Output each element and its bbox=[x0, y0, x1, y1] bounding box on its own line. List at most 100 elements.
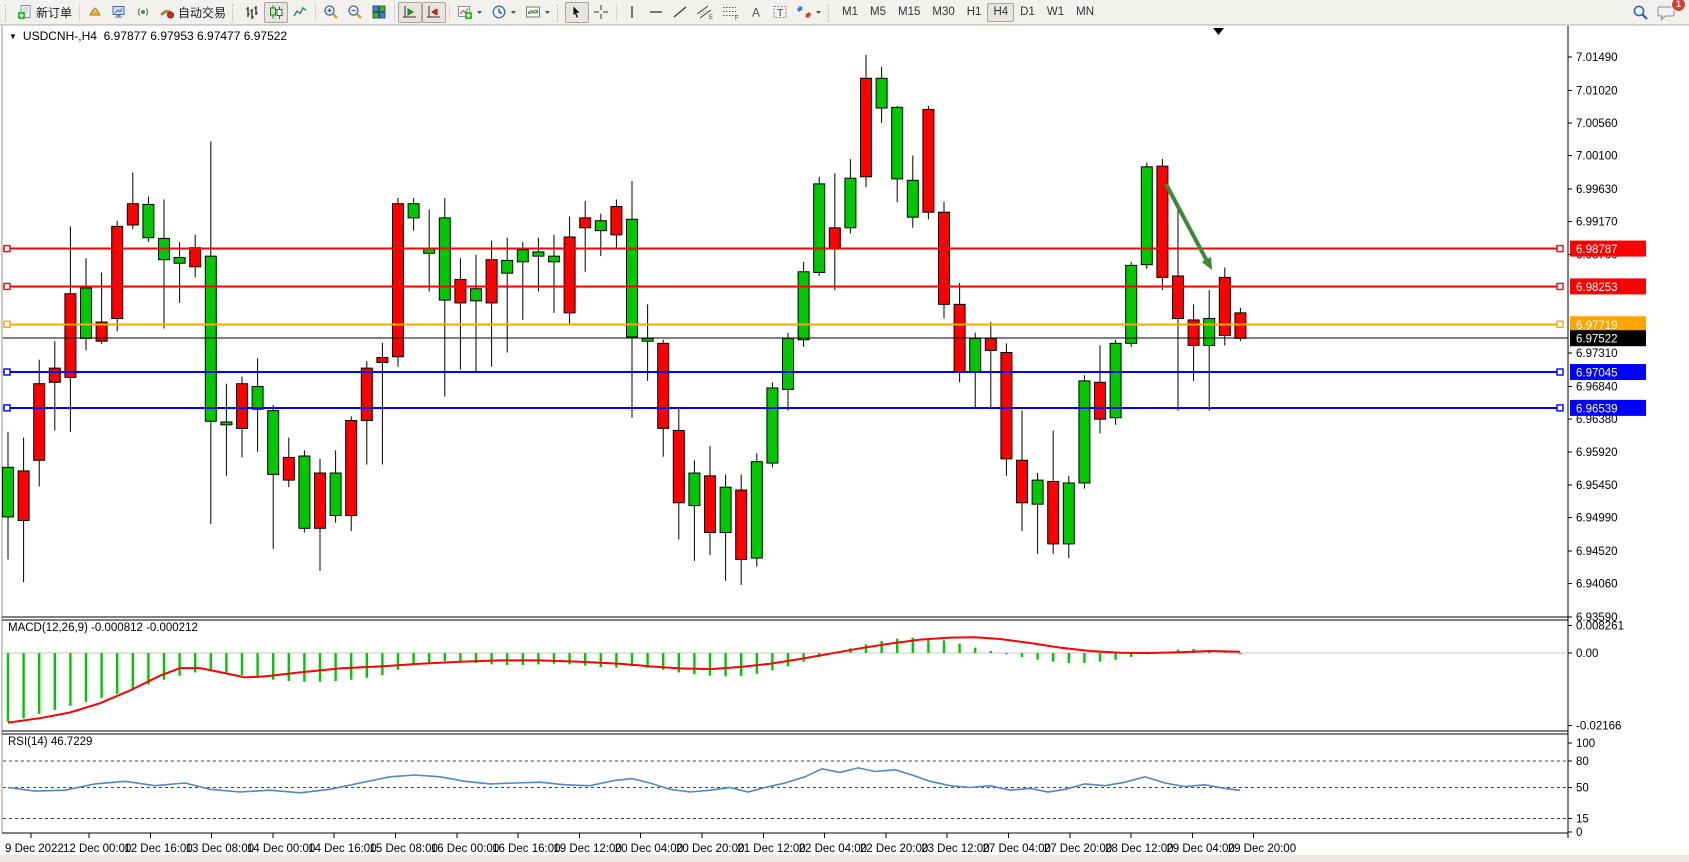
candle bbox=[112, 221, 123, 332]
chart-title-text: USDCNH-,H4 6.97877 6.97953 6.97477 6.975… bbox=[23, 29, 287, 43]
time-axis-label: 19 Dec 12:00 bbox=[553, 843, 621, 855]
autotrading-label: 自动交易 bbox=[178, 4, 226, 21]
autotrading-icon bbox=[159, 4, 175, 20]
search-button[interactable] bbox=[1628, 2, 1653, 23]
time-axis-label: 22 Dec 04:00 bbox=[799, 843, 867, 855]
chart-title-caret-icon: ▼ bbox=[9, 32, 17, 41]
timeframe-M30[interactable]: M30 bbox=[926, 3, 960, 22]
price-tick-label: 6.96840 bbox=[1576, 382, 1618, 394]
fibonacci-button[interactable]: F bbox=[718, 2, 744, 23]
chart-window: 7.014907.010207.005607.001006.996306.991… bbox=[0, 0, 1689, 862]
candlestick-chart-button[interactable] bbox=[264, 2, 288, 23]
monitor-icon bbox=[111, 4, 127, 20]
svg-text:E: E bbox=[709, 15, 713, 20]
hosting-button[interactable] bbox=[107, 2, 131, 23]
fibonacci-icon: F bbox=[722, 4, 740, 20]
indicators-button[interactable] bbox=[453, 2, 487, 23]
notification-badge: 1 bbox=[1671, 0, 1686, 12]
candlestick-icon bbox=[268, 4, 284, 20]
crosshair-button[interactable] bbox=[589, 2, 613, 23]
toolbar-separator bbox=[315, 4, 316, 21]
horizontal-line-button[interactable] bbox=[644, 2, 668, 23]
timeframe-H4[interactable]: H4 bbox=[987, 3, 1014, 22]
arrows-button[interactable] bbox=[792, 2, 826, 23]
autotrading-button[interactable]: 自动交易 bbox=[155, 2, 230, 23]
timeframe-MN[interactable]: MN bbox=[1070, 3, 1100, 22]
price-tick-label: 6.94990 bbox=[1576, 513, 1618, 525]
timeframe-M1[interactable]: M1 bbox=[836, 3, 864, 22]
zoom-out-button[interactable] bbox=[343, 2, 367, 23]
text-button[interactable]: A bbox=[744, 2, 768, 23]
macd-axis-label: 0.00 bbox=[1576, 648, 1598, 660]
price-tick-label: 6.96380 bbox=[1576, 414, 1618, 426]
svg-text:F: F bbox=[735, 16, 739, 21]
toolbar-grip bbox=[232, 4, 237, 21]
toolbar-grip bbox=[557, 4, 562, 21]
toolbar-separator bbox=[394, 4, 395, 21]
candle bbox=[1219, 267, 1230, 345]
trendline-button[interactable] bbox=[668, 2, 692, 23]
chat-button-wrap: 1 bbox=[1653, 2, 1679, 23]
indicators-icon bbox=[457, 4, 473, 20]
chart-template-icon bbox=[525, 4, 541, 20]
text-label-button[interactable]: T bbox=[768, 2, 792, 23]
time-axis-label: 21 Dec 12:00 bbox=[737, 843, 805, 855]
templates-button[interactable] bbox=[521, 2, 555, 23]
cursor-button[interactable] bbox=[565, 2, 589, 23]
search-icon bbox=[1632, 4, 1649, 21]
vertical-line-icon bbox=[624, 4, 640, 20]
ohlc-bars-icon bbox=[244, 4, 260, 20]
time-axis-label: 14 Dec 16:00 bbox=[308, 843, 376, 855]
vertical-line-button[interactable] bbox=[620, 2, 644, 23]
zoom-in-icon bbox=[323, 4, 339, 20]
periods-button[interactable] bbox=[487, 2, 521, 23]
arrows-icon bbox=[796, 4, 812, 20]
time-axis-label: 9 Dec 2022 bbox=[5, 843, 64, 855]
candle bbox=[939, 202, 950, 319]
market-gold-button[interactable] bbox=[83, 2, 107, 23]
autoscroll-button[interactable] bbox=[398, 2, 422, 23]
timeframe-H1[interactable]: H1 bbox=[961, 3, 988, 22]
rsi-indicator-label: RSI(14) 46.7229 bbox=[8, 736, 92, 748]
zoom-in-button[interactable] bbox=[319, 2, 343, 23]
toolbar-grip bbox=[828, 4, 833, 21]
price-tick-label: 6.94060 bbox=[1576, 579, 1618, 591]
timeframe-M15[interactable]: M15 bbox=[892, 3, 926, 22]
rsi-axis-label: 100 bbox=[1576, 738, 1595, 750]
toolbar-grip bbox=[5, 4, 10, 21]
svg-text:6.96539: 6.96539 bbox=[1576, 403, 1618, 415]
signals-button[interactable] bbox=[131, 2, 155, 23]
bar-chart-button[interactable] bbox=[240, 2, 264, 23]
dropdown-caret-icon bbox=[544, 4, 551, 20]
price-tick-label: 7.01490 bbox=[1576, 52, 1618, 64]
tile-windows-button[interactable] bbox=[367, 2, 391, 23]
macd-axis-label: -0.02166 bbox=[1576, 720, 1621, 732]
equidistant-channel-button[interactable]: E bbox=[692, 2, 718, 23]
gold-badge-icon bbox=[87, 4, 103, 20]
price-tick-label: 6.99630 bbox=[1576, 184, 1618, 196]
trading-terminal: 7.014907.010207.005607.001006.996306.991… bbox=[0, 0, 1689, 862]
time-axis-label: 12 Dec 00:00 bbox=[63, 843, 131, 855]
svg-text:6.98787: 6.98787 bbox=[1576, 244, 1618, 256]
chart-title: ▼ USDCNH-,H4 6.97877 6.97953 6.97477 6.9… bbox=[9, 29, 287, 43]
timeframe-D1[interactable]: D1 bbox=[1014, 3, 1041, 22]
line-chart-button[interactable] bbox=[288, 2, 312, 23]
chart-shift-button[interactable] bbox=[422, 2, 446, 23]
svg-text:T: T bbox=[777, 7, 784, 19]
toolbar-separator bbox=[449, 4, 450, 21]
candle bbox=[1110, 340, 1121, 425]
candle bbox=[923, 106, 934, 219]
price-tick-label: 6.95450 bbox=[1576, 480, 1618, 492]
candle bbox=[1126, 262, 1137, 347]
timeframe-W1[interactable]: W1 bbox=[1041, 3, 1070, 22]
rsi-axis-label: 50 bbox=[1576, 783, 1589, 795]
time-axis-label: 20 Dec 04:00 bbox=[615, 843, 683, 855]
candle bbox=[1141, 163, 1152, 269]
chart-plot-area[interactable]: 7.014907.010207.005607.001006.996306.991… bbox=[0, 0, 1689, 862]
channel-icon: E bbox=[696, 4, 714, 20]
svg-text:6.98253: 6.98253 bbox=[1576, 282, 1618, 294]
horizontal-line-icon bbox=[648, 4, 664, 20]
rsi-axis-label: 15 bbox=[1576, 814, 1589, 826]
timeframe-M5[interactable]: M5 bbox=[864, 3, 892, 22]
new-order-button[interactable]: 新订单 bbox=[13, 2, 76, 23]
